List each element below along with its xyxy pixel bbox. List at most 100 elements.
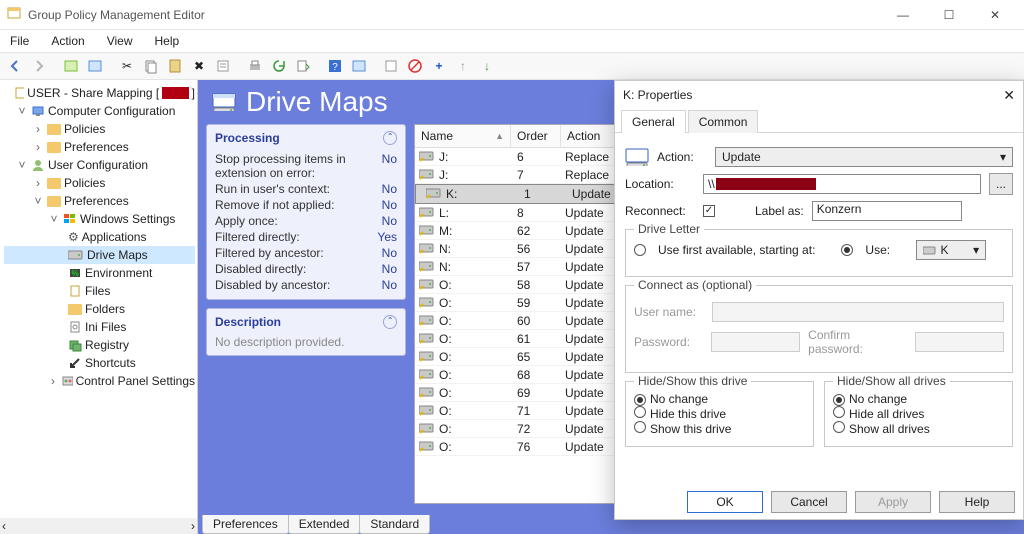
tree-horizontal-scrollbar[interactable]: ‹› xyxy=(0,518,197,534)
export-icon[interactable] xyxy=(292,55,314,77)
processing-row: Disabled directly:No xyxy=(215,261,397,277)
drive-maps-icon xyxy=(212,93,236,111)
radio-use[interactable] xyxy=(841,244,853,256)
tree-uc-preferences[interactable]: ˅Preferences xyxy=(4,192,195,210)
menu-help[interactable]: Help xyxy=(151,32,184,50)
radio-hide-this[interactable] xyxy=(634,406,646,418)
stop-icon[interactable] xyxy=(404,55,426,77)
tree-user-config[interactable]: ˅User Configuration xyxy=(4,156,195,174)
processing-row: Filtered directly:Yes xyxy=(215,229,397,245)
delete-icon[interactable]: ✖ xyxy=(188,55,210,77)
print-icon[interactable] xyxy=(244,55,266,77)
dialog-tab-common[interactable]: Common xyxy=(688,110,759,133)
cut-icon[interactable]: ✂ xyxy=(116,55,138,77)
svg-text:?: ? xyxy=(332,62,338,73)
browse-button[interactable]: ... xyxy=(989,173,1013,195)
tree-ini-files[interactable]: Ini Files xyxy=(4,318,195,336)
col-order[interactable]: Order xyxy=(511,125,561,147)
menu-bar: File Action View Help xyxy=(0,30,1024,52)
app-icon xyxy=(6,5,22,24)
dialog-title: K: Properties xyxy=(623,88,692,102)
tree-computer-config[interactable]: ˅Computer Configuration xyxy=(4,102,195,120)
paste-icon[interactable] xyxy=(164,55,186,77)
dialog-close-icon[interactable]: ✕ xyxy=(1003,87,1015,104)
location-label: Location: xyxy=(625,177,695,191)
tab-preferences[interactable]: Preferences xyxy=(202,515,289,534)
description-panel: Descriptionˆ No description provided. xyxy=(206,308,406,356)
username-input[interactable] xyxy=(712,302,1004,322)
toolbar-icon-1[interactable] xyxy=(60,55,82,77)
svg-text:%: % xyxy=(71,269,78,278)
tree-windows-settings[interactable]: ˅Windows Settings xyxy=(4,210,195,228)
tree-pane: USER - Share Mapping [ ] ˅Computer Confi… xyxy=(0,80,198,534)
collapse-processing-icon[interactable]: ˆ xyxy=(383,131,397,145)
hide-show-this-group: Hide/Show this drive No change Hide this… xyxy=(625,381,814,447)
reconnect-checkbox[interactable] xyxy=(703,205,715,217)
tab-standard[interactable]: Standard xyxy=(359,515,430,534)
processing-row: Run in user's context:No xyxy=(215,181,397,197)
processing-row: Filtered by ancestor:No xyxy=(215,245,397,261)
copy-icon[interactable] xyxy=(140,55,162,77)
minimize-button[interactable]: — xyxy=(880,0,926,30)
close-button[interactable]: ✕ xyxy=(972,0,1018,30)
tree-cc-policies[interactable]: ›Policies xyxy=(4,120,195,138)
down-icon[interactable]: ↓ xyxy=(476,55,498,77)
maximize-button[interactable]: ☐ xyxy=(926,0,972,30)
tree-root[interactable]: USER - Share Mapping [ ] xyxy=(4,84,195,102)
reconnect-label: Reconnect: xyxy=(625,204,695,218)
radio-show-this[interactable] xyxy=(634,421,646,433)
col-action[interactable]: Action xyxy=(561,125,619,147)
confirm-password-input[interactable] xyxy=(915,332,1004,352)
tree-control-panel[interactable]: ›Control Panel Settings xyxy=(4,372,195,390)
refresh-icon[interactable] xyxy=(268,55,290,77)
back-button[interactable] xyxy=(4,55,26,77)
radio-all-no-change[interactable] xyxy=(833,394,845,406)
toolbar-icon-2[interactable] xyxy=(84,55,106,77)
collapse-description-icon[interactable]: ˆ xyxy=(383,315,397,329)
drive-letter-select[interactable]: K▾ xyxy=(916,240,986,260)
tree-environment[interactable]: %Environment xyxy=(4,264,195,282)
labelas-input[interactable]: Konzern xyxy=(812,201,962,221)
radio-this-no-change[interactable] xyxy=(634,394,646,406)
toolbar-icon-4[interactable] xyxy=(380,55,402,77)
menu-file[interactable]: File xyxy=(6,32,33,50)
forward-button[interactable] xyxy=(28,55,50,77)
radio-use-first[interactable] xyxy=(634,244,646,256)
tree-folders[interactable]: Folders xyxy=(4,300,195,318)
password-input[interactable] xyxy=(711,332,800,352)
page-title: Drive Maps xyxy=(246,86,388,118)
menu-action[interactable]: Action xyxy=(47,32,88,50)
tree-registry[interactable]: Registry xyxy=(4,336,195,354)
tree-applications[interactable]: ⚙Applications xyxy=(4,228,195,246)
dialog-tab-general[interactable]: General xyxy=(621,110,686,133)
radio-show-all[interactable] xyxy=(833,421,845,433)
tree-drive-maps[interactable]: Drive Maps xyxy=(4,246,195,264)
tab-extended[interactable]: Extended xyxy=(288,515,361,534)
connect-as-group: Connect as (optional) User name: Passwor… xyxy=(625,285,1013,373)
help-button[interactable]: Help xyxy=(939,491,1015,513)
properties-dialog: K: Properties ✕ General Common Action: U… xyxy=(614,80,1024,520)
window-title: Group Policy Management Editor xyxy=(28,8,880,22)
radio-hide-all[interactable] xyxy=(833,406,845,418)
dialog-drive-icon xyxy=(625,148,649,166)
cancel-button[interactable]: Cancel xyxy=(771,491,847,513)
apply-button[interactable]: Apply xyxy=(855,491,931,513)
toolbar-icon-3[interactable] xyxy=(348,55,370,77)
col-name[interactable]: Name▲ xyxy=(415,125,511,147)
location-input[interactable]: \\ xyxy=(703,174,981,194)
properties-icon[interactable] xyxy=(212,55,234,77)
description-text: No description provided. xyxy=(215,335,397,349)
help-icon[interactable]: ? xyxy=(324,55,346,77)
ok-button[interactable]: OK xyxy=(687,491,763,513)
action-select[interactable]: Update▾ xyxy=(715,147,1013,167)
processing-row: Remove if not applied:No xyxy=(215,197,397,213)
tree-files[interactable]: Files xyxy=(4,282,195,300)
action-label: Action: xyxy=(657,150,707,164)
menu-view[interactable]: View xyxy=(103,32,137,50)
tree-uc-policies[interactable]: ›Policies xyxy=(4,174,195,192)
processing-row: Disabled by ancestor:No xyxy=(215,277,397,293)
tree-shortcuts[interactable]: Shortcuts xyxy=(4,354,195,372)
plus-icon[interactable]: + xyxy=(428,55,450,77)
up-icon[interactable]: ↑ xyxy=(452,55,474,77)
tree-cc-preferences[interactable]: ›Preferences xyxy=(4,138,195,156)
